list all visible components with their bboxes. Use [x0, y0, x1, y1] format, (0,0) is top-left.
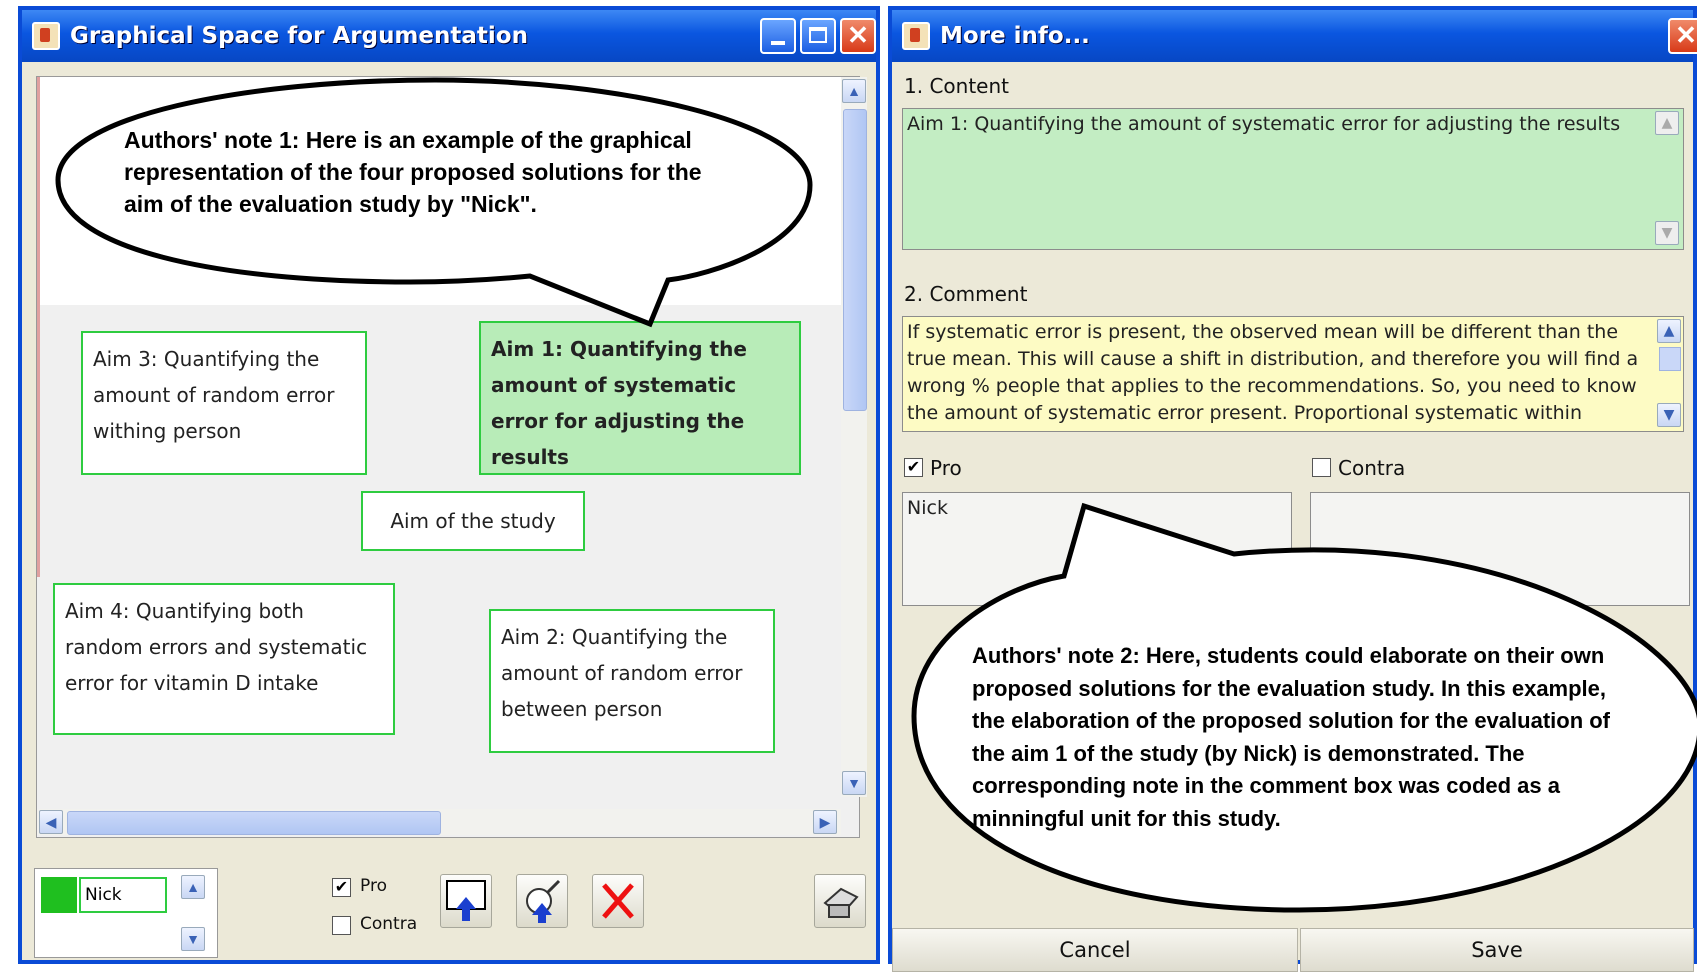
scroll-up-arrow-icon[interactable]: ▲: [842, 79, 866, 103]
content-textarea[interactable]: Aim 1: Quantifying the amount of systema…: [902, 108, 1684, 250]
pro-checkbox[interactable]: ✔: [332, 878, 351, 897]
maximize-button[interactable]: [800, 18, 836, 54]
more-info-title: More info...: [940, 23, 1090, 49]
node-aim1[interactable]: Aim 1: Quantifying the amount of systema…: [479, 321, 801, 475]
contra-label: Contra: [360, 914, 418, 934]
user-panel: Nick ▲ ▼: [34, 868, 218, 958]
comment-textarea[interactable]: If systematic error is present, the obse…: [902, 316, 1684, 432]
info-pro-label: Pro: [930, 456, 962, 480]
node-aim4[interactable]: Aim 4: Quantifying both random errors an…: [53, 583, 395, 735]
scroll-right-arrow-icon[interactable]: ▶: [813, 810, 837, 834]
cancel-button[interactable]: Cancel: [892, 928, 1298, 972]
canvas-vertical-scrollbar[interactable]: ▲ ▼: [841, 77, 867, 797]
node-aim4-text: Aim 4: Quantifying both random errors an…: [65, 599, 368, 695]
delete-x-icon: [602, 883, 634, 919]
node-aim-of-study[interactable]: Aim of the study: [361, 491, 585, 551]
node-aim2[interactable]: Aim 2: Quantifying the amount of random …: [489, 609, 775, 753]
more-info-close-button[interactable]: ✕: [1668, 18, 1697, 54]
canvas-left-marker: [37, 77, 40, 577]
more-info-titlebar[interactable]: More info... ✕: [892, 10, 1697, 62]
window-title: Graphical Space for Argumentation: [70, 23, 528, 49]
comment-scroll-thumb[interactable]: [1659, 347, 1681, 371]
user-name-text: Nick: [85, 885, 122, 905]
content-label: 1. Content: [904, 74, 1009, 98]
more-info-window: More info... ✕ 1. Content Aim 1: Quantif…: [888, 6, 1697, 972]
user-list-down-icon[interactable]: ▼: [181, 927, 205, 951]
authors-note-2: Authors' note 2: Here, students could el…: [972, 643, 1611, 831]
content-text: Aim 1: Quantifying the amount of systema…: [907, 113, 1621, 135]
content-scroll-down-icon[interactable]: ▼: [1655, 221, 1679, 245]
hscroll-thumb[interactable]: [67, 811, 441, 835]
move-up-icon: [446, 880, 486, 921]
comment-text: If systematic error is present, the obse…: [907, 321, 1639, 424]
comment-label: 2. Comment: [904, 282, 1028, 306]
save-button[interactable]: Save: [1300, 928, 1694, 972]
authors-note-1: Authors' note 1: Here is an example of t…: [124, 127, 702, 217]
canvas-horizontal-scrollbar[interactable]: ◀ ▶: [37, 809, 841, 835]
node-center-text: Aim of the study: [390, 509, 556, 533]
scroll-left-arrow-icon[interactable]: ◀: [39, 810, 63, 834]
java-app-icon-2: [902, 22, 930, 50]
comment-scroll-up-icon[interactable]: ▲: [1657, 319, 1681, 343]
user-name-field[interactable]: Nick: [79, 877, 167, 913]
minimize-button[interactable]: [760, 18, 796, 54]
argumentation-titlebar[interactable]: Graphical Space for Argumentation ✕: [22, 10, 876, 62]
user-color-swatch: [41, 877, 77, 913]
delete-button[interactable]: [592, 874, 644, 928]
print-button[interactable]: [814, 874, 866, 928]
move-up-button[interactable]: [440, 874, 492, 928]
info-contra-label: Contra: [1338, 456, 1406, 480]
user-list-up-icon[interactable]: ▲: [181, 875, 205, 899]
info-contra-checkbox[interactable]: [1312, 458, 1331, 477]
node-aim3-text: Aim 3: Quantifying the amount of random …: [93, 347, 335, 443]
zoom-icon: [526, 879, 561, 923]
node-aim1-text: Aim 1: Quantifying the amount of systema…: [491, 337, 747, 469]
scroll-down-arrow-icon[interactable]: ▼: [842, 771, 866, 795]
scroll-thumb[interactable]: [843, 109, 867, 411]
close-button[interactable]: ✕: [840, 18, 876, 54]
node-aim2-text: Aim 2: Quantifying the amount of random …: [501, 625, 743, 721]
content-scroll-up-icon[interactable]: ▲: [1655, 111, 1679, 135]
node-aim3[interactable]: Aim 3: Quantifying the amount of random …: [81, 331, 367, 475]
contra-checkbox[interactable]: [332, 916, 351, 935]
java-app-icon: [32, 22, 60, 50]
argumentation-window: Graphical Space for Argumentation ✕ Aim …: [18, 6, 880, 964]
info-pro-checkbox[interactable]: ✔: [904, 458, 923, 477]
zoom-button[interactable]: [516, 874, 568, 928]
printer-icon: [823, 887, 859, 918]
comment-scroll-down-icon[interactable]: ▼: [1657, 403, 1681, 427]
pro-label: Pro: [360, 876, 387, 896]
